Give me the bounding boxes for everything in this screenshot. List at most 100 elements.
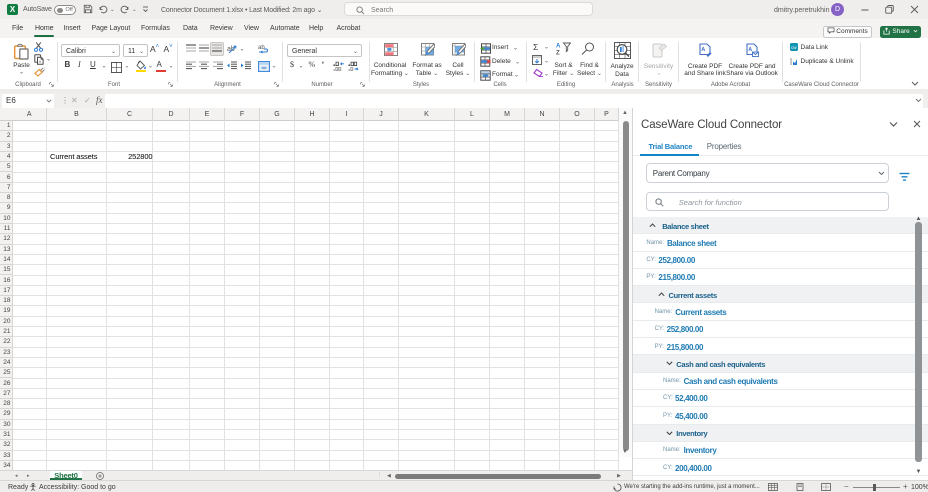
row-header-1[interactable]: 1 xyxy=(0,121,13,131)
align-right-icon[interactable] xyxy=(213,61,223,70)
page-break-view-icon[interactable] xyxy=(821,483,831,491)
pane-scrollbar[interactable]: ▲ ▼ xyxy=(913,217,925,480)
top-align-icon[interactable] xyxy=(186,44,196,53)
wrap-text-icon[interactable]: ab xyxy=(258,43,269,54)
field-value[interactable]: 52,400.00 xyxy=(675,394,707,403)
underline-icon[interactable]: U xyxy=(90,60,96,69)
column-header-H[interactable]: H xyxy=(295,108,330,121)
formula-input[interactable] xyxy=(105,94,923,108)
ribbon-tab-acrobat[interactable]: Acrobat xyxy=(337,19,361,38)
borders-chevron-icon[interactable]: ⌄ xyxy=(125,63,130,70)
percent-style-icon[interactable]: % xyxy=(309,60,316,69)
row-header-2[interactable]: 2 xyxy=(0,131,13,141)
font-color-chevron-icon[interactable]: ⌄ xyxy=(169,63,174,70)
name-box[interactable]: E6 xyxy=(2,94,54,108)
data-link-label[interactable]: Data Link xyxy=(801,44,828,51)
column-header-N[interactable]: N xyxy=(525,108,560,121)
row-header-21[interactable]: 21 xyxy=(0,327,13,337)
zoom-slider-track[interactable] xyxy=(853,487,900,488)
delete-cells-chevron-icon[interactable]: ⌄ xyxy=(515,58,520,65)
format-painter-icon[interactable] xyxy=(34,67,45,77)
column-header-E[interactable]: E xyxy=(190,108,225,121)
row-header-6[interactable]: 6 xyxy=(0,173,13,183)
merge-center-icon[interactable] xyxy=(258,61,270,72)
search-box[interactable]: Search xyxy=(344,2,593,16)
column-header-I[interactable]: I xyxy=(330,108,364,121)
filter-icon[interactable] xyxy=(899,169,910,187)
increase-font-icon[interactable]: A˄ xyxy=(150,44,159,54)
zoom-slider-thumb[interactable] xyxy=(873,484,876,491)
undo-icon[interactable] xyxy=(98,4,108,14)
row-header-25[interactable]: 25 xyxy=(0,368,13,378)
page-layout-view-icon[interactable] xyxy=(795,483,805,491)
sheet-prev-icon[interactable]: ◂ xyxy=(15,473,18,479)
zoom-in-icon[interactable]: + xyxy=(903,482,908,491)
tree-section-balance-sheet[interactable]: Balance sheet xyxy=(633,217,928,234)
copy-chevron-icon[interactable]: ⌄ xyxy=(46,56,51,63)
create-pdf-outlook-label1[interactable]: Create PDF and xyxy=(722,63,782,70)
ribbon-tab-review[interactable]: Review xyxy=(210,19,233,38)
field-value[interactable]: Current assets xyxy=(675,308,726,317)
cell-C4[interactable]: 252800 xyxy=(107,152,153,162)
redo-icon[interactable] xyxy=(120,4,130,14)
field-value[interactable]: 215,800.00 xyxy=(667,343,704,352)
row-header-23[interactable]: 23 xyxy=(0,348,13,358)
status-accessibility[interactable]: Accessibility: Good to go xyxy=(39,484,116,491)
create-pdf-share-link-icon[interactable]: A xyxy=(699,43,712,57)
zoom-out-icon[interactable]: − xyxy=(844,482,849,491)
pane-chevron-icon[interactable] xyxy=(889,121,898,127)
row-header-3[interactable]: 3 xyxy=(0,142,13,152)
row-header-19[interactable]: 19 xyxy=(0,306,13,316)
pane-search-box[interactable]: Search for function xyxy=(646,192,889,211)
paste-icon[interactable] xyxy=(13,43,30,60)
spreadsheet[interactable]: ABCDEFGHIJKLMNOP 12345678910111213141516… xyxy=(0,108,632,470)
row-header-10[interactable]: 10 xyxy=(0,214,13,224)
row-header-17[interactable]: 17 xyxy=(0,286,13,296)
minimize-button[interactable] xyxy=(852,0,877,19)
delete-cells-icon[interactable] xyxy=(480,56,491,67)
row-header-20[interactable]: 20 xyxy=(0,317,13,327)
row-header-8[interactable]: 8 xyxy=(0,193,13,203)
column-header-P[interactable]: P xyxy=(595,108,619,121)
bottom-align-icon[interactable] xyxy=(212,44,222,53)
merge-center-chevron-icon[interactable]: ⌄ xyxy=(272,63,277,70)
ribbon-tab-page-layout[interactable]: Page Layout xyxy=(92,19,131,38)
user-name[interactable]: dmitry.peretrukhin xyxy=(774,7,830,14)
horizontal-scrollbar-thumb[interactable] xyxy=(395,474,601,479)
row-header-5[interactable]: 5 xyxy=(0,162,13,172)
clipboard-dialog-launcher[interactable] xyxy=(49,82,54,87)
format-as-table-icon[interactable] xyxy=(421,43,435,56)
hscroll-left-icon[interactable]: ◀ xyxy=(387,473,391,479)
close-button[interactable] xyxy=(902,0,927,19)
vertical-scrollbar-thumb[interactable] xyxy=(623,121,629,451)
column-header-F[interactable]: F xyxy=(225,108,260,121)
row-header-16[interactable]: 16 xyxy=(0,276,13,286)
cell-B4[interactable]: Current assets xyxy=(47,152,107,162)
column-header-D[interactable]: D xyxy=(153,108,190,121)
fill-color-icon[interactable] xyxy=(135,60,147,72)
accounting-chevron-icon[interactable]: ⌄ xyxy=(299,63,304,70)
delete-cells-label[interactable]: Delete xyxy=(492,58,511,65)
data-link-icon[interactable]: cw xyxy=(790,43,798,51)
field-value[interactable]: 200,400.00 xyxy=(675,464,712,473)
find-select-icon[interactable] xyxy=(581,42,596,56)
collapse-icon[interactable] xyxy=(658,292,665,297)
field-value[interactable]: Inventory xyxy=(684,446,717,455)
row-header-18[interactable]: 18 xyxy=(0,296,13,306)
create-pdf-outlook-label2[interactable]: Share via Outlook xyxy=(722,70,782,77)
format-cells-label[interactable]: Format xyxy=(492,71,513,78)
row-header-15[interactable]: 15 xyxy=(0,265,13,275)
row-header-13[interactable]: 13 xyxy=(0,245,13,255)
row-header-30[interactable]: 30 xyxy=(0,420,13,430)
row-header-11[interactable]: 11 xyxy=(0,224,13,234)
font-color-icon[interactable]: A xyxy=(157,60,162,69)
field-value[interactable]: 252,800.00 xyxy=(658,256,695,265)
row-header-27[interactable]: 27 xyxy=(0,389,13,399)
row-header-28[interactable]: 28 xyxy=(0,399,13,409)
pane-tab-trial-balance[interactable]: Trial Balance xyxy=(649,142,693,151)
column-header-O[interactable]: O xyxy=(560,108,595,121)
row-header-32[interactable]: 32 xyxy=(0,440,13,450)
font-dialog-launcher[interactable] xyxy=(168,82,173,87)
ribbon-tab-help[interactable]: Help xyxy=(309,19,323,38)
entity-dropdown[interactable]: Parent Company xyxy=(646,163,889,183)
